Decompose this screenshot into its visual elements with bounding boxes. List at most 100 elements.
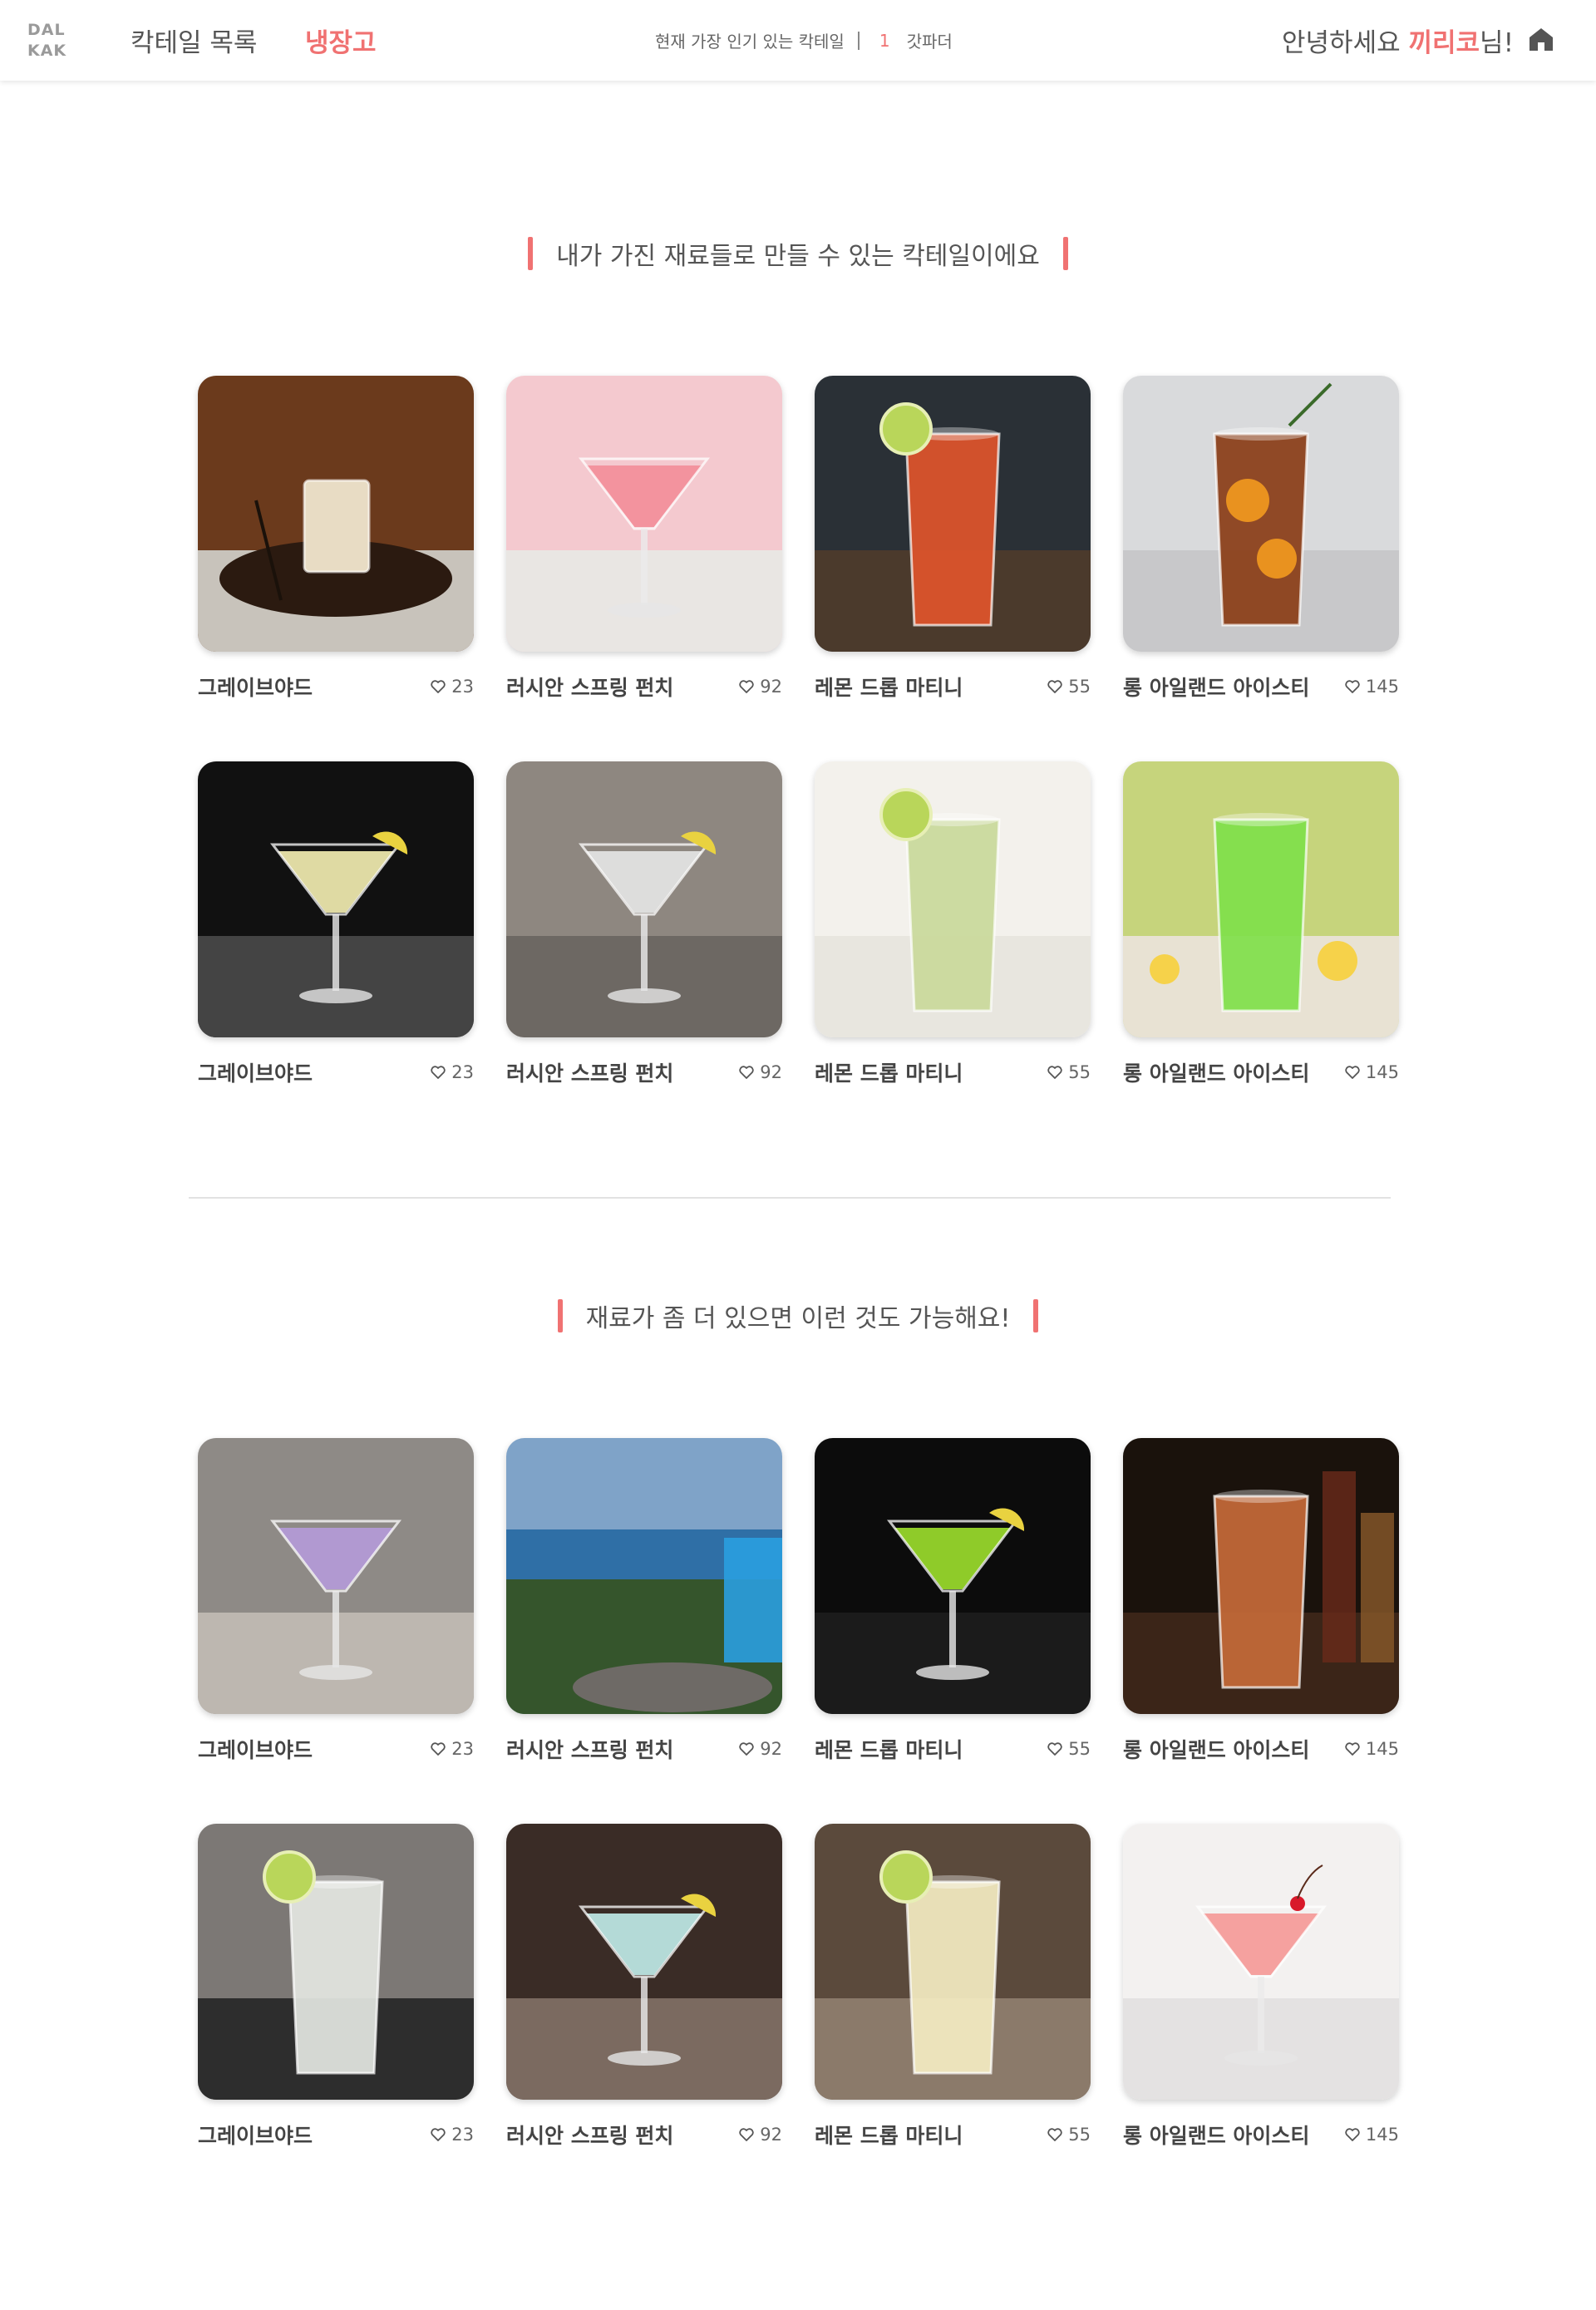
heart-icon[interactable] xyxy=(1345,2128,1360,2141)
cocktail-card[interactable]: 러시안 스프링 펀치 92 xyxy=(506,1438,782,1764)
cocktail-name[interactable]: 레몬 드롭 마티니 xyxy=(815,2120,963,2150)
cocktail-name[interactable]: 레몬 드롭 마티니 xyxy=(815,1734,963,1764)
cocktail-name[interactable]: 그레이브야드 xyxy=(198,2120,313,2150)
cocktail-photo-svg xyxy=(198,376,474,652)
like-count-value: 145 xyxy=(1365,677,1399,697)
section-more-title-text: 재료가 좀 더 있으면 이런 것도 가능해요! xyxy=(585,1304,1011,1333)
cocktail-name[interactable]: 레몬 드롭 마티니 xyxy=(815,1057,963,1087)
heart-icon[interactable] xyxy=(1047,2128,1062,2141)
cocktail-photo[interactable] xyxy=(198,1438,474,1714)
title-bar-left xyxy=(557,1299,563,1332)
heart-icon[interactable] xyxy=(1047,1066,1062,1079)
cocktail-card[interactable]: 그레이브야드 23 xyxy=(198,1438,474,1764)
cocktail-photo[interactable] xyxy=(815,761,1091,1037)
heart-icon[interactable] xyxy=(739,2128,754,2141)
cocktail-meta: 그레이브야드 23 xyxy=(198,1057,474,1087)
cocktail-name[interactable]: 롱 아일랜드 아이스티 xyxy=(1123,1734,1309,1764)
cocktail-meta: 그레이브야드 23 xyxy=(198,2120,474,2150)
heart-icon[interactable] xyxy=(431,680,446,693)
cocktail-card[interactable]: 러시안 스프링 펀치 92 xyxy=(506,1824,782,2150)
cocktail-name[interactable]: 그레이브야드 xyxy=(198,1734,313,1764)
cocktail-name[interactable]: 그레이브야드 xyxy=(198,1057,313,1087)
ticker-cocktail-name: 갓파더 xyxy=(906,32,953,52)
heart-icon[interactable] xyxy=(739,680,754,693)
like-count[interactable]: 145 xyxy=(1345,1739,1399,1759)
cocktail-name[interactable]: 러시안 스프링 펀치 xyxy=(506,672,673,702)
cocktail-card[interactable]: 레몬 드롭 마티니 55 xyxy=(815,761,1091,1087)
like-count[interactable]: 23 xyxy=(431,1062,474,1082)
nav-fridge[interactable]: 냉장고 xyxy=(305,22,377,59)
like-count[interactable]: 23 xyxy=(431,2125,474,2145)
nav-cocktail-list[interactable]: 칵테일 목록 xyxy=(131,22,257,59)
cocktail-card[interactable]: 롱 아일랜드 아이스티 145 xyxy=(1123,376,1399,702)
cocktail-photo[interactable] xyxy=(815,376,1091,652)
like-count[interactable]: 92 xyxy=(739,2125,782,2145)
cocktail-card[interactable]: 롱 아일랜드 아이스티 145 xyxy=(1123,1824,1399,2150)
like-count[interactable]: 23 xyxy=(431,1739,474,1759)
cocktail-photo[interactable] xyxy=(506,376,782,652)
cocktail-card[interactable]: 그레이브야드 23 xyxy=(198,1824,474,2150)
cocktail-photo[interactable] xyxy=(506,761,782,1037)
heart-icon[interactable] xyxy=(431,2128,446,2141)
like-count[interactable]: 145 xyxy=(1345,677,1399,697)
cocktail-meta: 러시안 스프링 펀치 92 xyxy=(506,1057,782,1087)
cocktail-photo[interactable] xyxy=(198,1824,474,2100)
cocktail-photo-svg xyxy=(815,761,1091,1037)
cocktail-name[interactable]: 롱 아일랜드 아이스티 xyxy=(1123,2120,1309,2150)
cocktail-name[interactable]: 러시안 스프링 펀치 xyxy=(506,1057,673,1087)
cocktail-card[interactable]: 러시안 스프링 펀치 92 xyxy=(506,761,782,1087)
heart-icon[interactable] xyxy=(739,1066,754,1079)
cocktail-photo[interactable] xyxy=(198,376,474,652)
cocktail-photo-svg xyxy=(198,1824,474,2100)
cocktail-photo[interactable] xyxy=(506,1438,782,1714)
popular-ticker[interactable]: 현재 가장 인기 있는 칵테일 1 갓파더 xyxy=(655,28,953,52)
cocktail-photo[interactable] xyxy=(1123,376,1399,652)
cocktail-name[interactable]: 그레이브야드 xyxy=(198,672,313,702)
cocktail-photo[interactable] xyxy=(506,1824,782,2100)
like-count[interactable]: 145 xyxy=(1345,2125,1399,2145)
cocktail-card[interactable]: 그레이브야드 23 xyxy=(198,761,474,1087)
like-count[interactable]: 55 xyxy=(1047,1739,1091,1759)
like-count[interactable]: 55 xyxy=(1047,2125,1091,2145)
cocktail-name[interactable]: 롱 아일랜드 아이스티 xyxy=(1123,1057,1309,1087)
like-count[interactable]: 92 xyxy=(739,1739,782,1759)
cocktail-card[interactable]: 레몬 드롭 마티니 55 xyxy=(815,376,1091,702)
heart-icon[interactable] xyxy=(1047,1742,1062,1756)
heart-icon[interactable] xyxy=(1345,1742,1360,1756)
cocktail-name[interactable]: 러시안 스프링 펀치 xyxy=(506,1734,673,1764)
user-name[interactable]: 끼리코 xyxy=(1408,22,1480,59)
heart-icon[interactable] xyxy=(431,1742,446,1756)
cocktail-card[interactable]: 그레이브야드 23 xyxy=(198,376,474,702)
cocktail-card[interactable]: 레몬 드롭 마티니 55 xyxy=(815,1438,1091,1764)
like-count[interactable]: 55 xyxy=(1047,677,1091,697)
cocktail-card[interactable]: 롱 아일랜드 아이스티 145 xyxy=(1123,1438,1399,1764)
heart-icon[interactable] xyxy=(1345,680,1360,693)
cocktail-photo-svg xyxy=(815,1438,1091,1714)
cocktail-photo[interactable] xyxy=(1123,1824,1399,2100)
cocktail-card[interactable]: 러시안 스프링 펀치 92 xyxy=(506,376,782,702)
cocktail-card[interactable]: 레몬 드롭 마티니 55 xyxy=(815,1824,1091,2150)
like-count[interactable]: 92 xyxy=(739,677,782,697)
heart-icon[interactable] xyxy=(431,1066,446,1079)
cocktail-photo[interactable] xyxy=(1123,1438,1399,1714)
cocktail-photo-svg xyxy=(506,761,782,1037)
like-count[interactable]: 92 xyxy=(739,1062,782,1082)
like-count[interactable]: 23 xyxy=(431,677,474,697)
cocktail-photo[interactable] xyxy=(1123,761,1399,1037)
cocktail-photo[interactable] xyxy=(198,761,474,1037)
cocktail-photo[interactable] xyxy=(815,1824,1091,2100)
like-count[interactable]: 55 xyxy=(1047,1062,1091,1082)
heart-icon[interactable] xyxy=(739,1742,754,1756)
heart-icon[interactable] xyxy=(1047,680,1062,693)
section-divider xyxy=(189,1197,1391,1199)
like-count[interactable]: 145 xyxy=(1345,1062,1399,1082)
cocktail-name[interactable]: 러시안 스프링 펀치 xyxy=(506,2120,673,2150)
cocktail-name[interactable]: 레몬 드롭 마티니 xyxy=(815,672,963,702)
cocktail-name[interactable]: 롱 아일랜드 아이스티 xyxy=(1123,672,1309,702)
cocktail-card[interactable]: 롱 아일랜드 아이스티 145 xyxy=(1123,761,1399,1087)
cocktail-photo-svg xyxy=(1123,376,1399,652)
home-icon[interactable] xyxy=(1526,24,1556,54)
logo[interactable]: DAL KAK xyxy=(27,20,77,62)
cocktail-photo[interactable] xyxy=(815,1438,1091,1714)
heart-icon[interactable] xyxy=(1345,1066,1360,1079)
